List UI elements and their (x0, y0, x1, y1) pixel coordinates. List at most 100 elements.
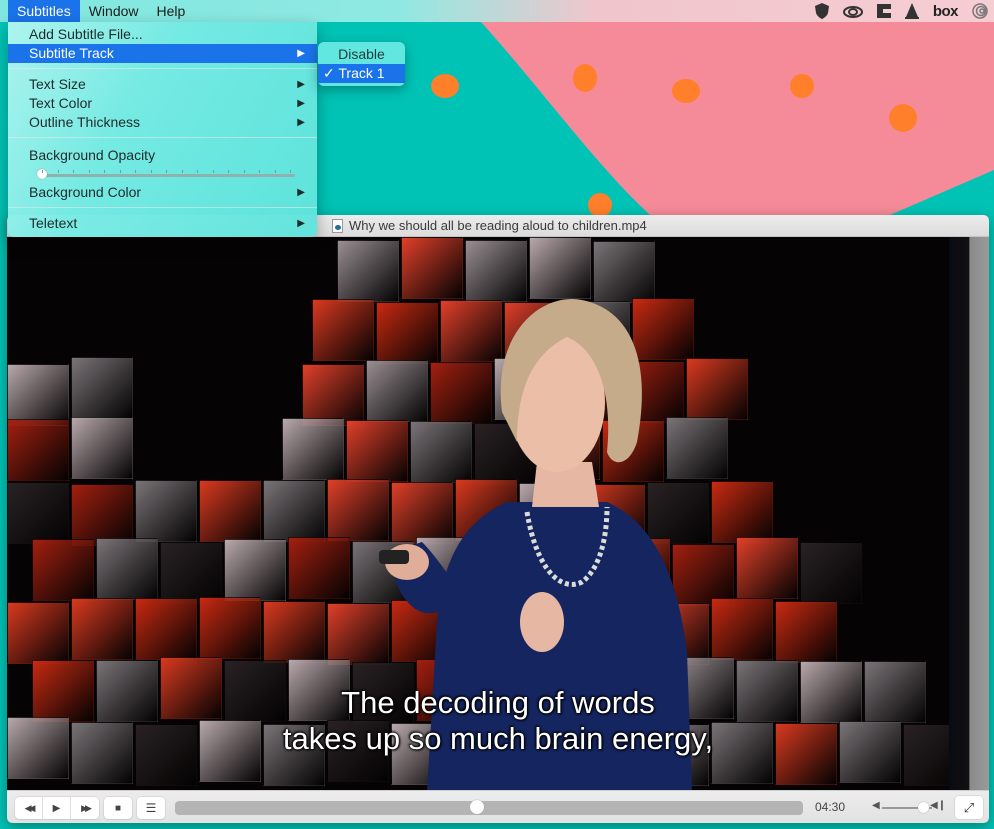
stage-block (160, 542, 222, 604)
fast-forward-icon: ▶▶ (81, 802, 92, 813)
menu-item-label: Outline Thickness (29, 114, 141, 130)
wallpaper-dot (573, 64, 597, 92)
slider-tick (228, 170, 229, 173)
menu-separator (8, 207, 317, 208)
wallpaper-dot (431, 74, 459, 98)
menu-item-text-color[interactable]: Text Color ▶ (8, 94, 317, 113)
slider-tick (243, 170, 245, 173)
slider-tick (104, 170, 105, 173)
stage-block (7, 482, 69, 544)
slider-tick (212, 170, 214, 173)
menu-help[interactable]: Help (148, 0, 195, 22)
slider-tick (42, 170, 43, 173)
transport-buttons: ◀◀ ▶ ▶▶ (15, 797, 99, 819)
menu-item-text-size[interactable]: Text Size ▶ (8, 75, 317, 94)
stop-button[interactable]: ■ (104, 797, 132, 819)
play-button[interactable]: ▶ (43, 797, 71, 819)
menu-item-outline-thickness[interactable]: Outline Thickness ▶ (8, 113, 317, 132)
volume-knob[interactable] (918, 802, 929, 813)
submenu-item-track-1[interactable]: ✓ Track 1 (318, 64, 405, 83)
submenu-arrow-icon: ▶ (297, 48, 305, 59)
menu-item-background-color[interactable]: Background Color ▶ (8, 183, 317, 202)
submenu-arrow-icon: ▶ (297, 117, 305, 128)
stage-block (263, 601, 325, 663)
playlist-button[interactable]: ☰ (137, 797, 165, 819)
stage-block (401, 237, 463, 299)
slider-tick (290, 170, 291, 173)
seek-knob[interactable] (469, 800, 484, 814)
playlist-icon: ☰ (145, 801, 157, 815)
fullscreen-button[interactable]: ⤢ (955, 796, 983, 819)
submenu-arrow-icon: ▶ (297, 218, 305, 229)
vlc-player-window: Why we should all be reading aloud to ch… (7, 215, 989, 823)
checkmark-icon: ✓ (323, 65, 335, 81)
creative-cloud-icon[interactable] (842, 0, 863, 22)
stage-block (71, 598, 133, 660)
elapsed-time: 04:30 (815, 800, 846, 814)
submenu-item-label: Track 1 (338, 65, 385, 81)
menu-item-add-subtitle-file[interactable]: Add Subtitle File... (8, 25, 317, 44)
menu-item-label: Add Subtitle File... (29, 26, 143, 42)
rewind-button[interactable]: ◀◀ (15, 797, 43, 819)
stage-block (288, 537, 350, 599)
stage-block (263, 480, 325, 542)
stage-block (529, 237, 591, 299)
menu-subtitles[interactable]: Subtitles (8, 0, 80, 22)
submenu-arrow-icon: ▶ (297, 98, 305, 109)
submenu-arrow-icon: ▶ (297, 79, 305, 90)
codekit-icon[interactable] (876, 0, 891, 22)
status-icons: box (814, 0, 988, 22)
background-opacity-slider[interactable] (40, 174, 295, 177)
slider-tick (166, 170, 167, 173)
stage-block (71, 417, 133, 479)
fast-forward-button[interactable]: ▶▶ (71, 797, 99, 819)
seek-bar[interactable] (175, 800, 803, 815)
playlist-button-group: ☰ (137, 797, 165, 819)
menu-item-background-opacity: Background Opacity (8, 146, 317, 165)
wallpaper-dot (672, 79, 700, 103)
wallpaper-dot (790, 74, 814, 98)
slider-tick (73, 170, 74, 173)
stage-block (711, 598, 773, 660)
vlc-cone-icon[interactable] (904, 0, 919, 22)
playback-controls: ◀◀ ▶ ▶▶ ■ ☰ 04:30 ◀ ◀❙ ⤢ (7, 790, 989, 823)
submenu-item-disable[interactable]: Disable (318, 45, 405, 64)
slider-tick (88, 170, 90, 173)
subtitle-line-2: takes up so much brain energy, (282, 721, 714, 756)
subtitle-line-1: The decoding of words (341, 685, 655, 720)
stage-block (32, 539, 94, 601)
stage-block (224, 539, 286, 601)
stage-block (736, 537, 798, 599)
slider-tick (259, 170, 260, 173)
slider-tick (57, 170, 59, 173)
play-icon: ▶ (52, 802, 61, 814)
stage-block (71, 357, 133, 419)
stage-block (282, 418, 344, 480)
slider-tick (274, 170, 276, 173)
volume-low-icon[interactable]: ◀ (872, 800, 880, 811)
slider-tick (119, 170, 121, 173)
stage-block (135, 480, 197, 542)
volume-high-icon[interactable]: ◀❙ (930, 800, 946, 811)
menu-item-label: Subtitle Track (29, 45, 114, 61)
sync-icon[interactable] (972, 0, 988, 22)
menu-window[interactable]: Window (80, 0, 148, 22)
stop-icon: ■ (114, 802, 122, 814)
stage-block (7, 364, 69, 426)
subtitle-track-submenu: Disable ✓ Track 1 (318, 42, 405, 86)
stage-block (302, 364, 364, 426)
stage-block (96, 538, 158, 600)
stage-block (711, 481, 773, 543)
menu-item-label: Teletext (29, 215, 78, 231)
shield-icon[interactable] (814, 0, 829, 22)
slider-tick (181, 170, 183, 173)
menu-item-subtitle-track[interactable]: Subtitle Track ▶ (8, 44, 317, 63)
menu-item-teletext[interactable]: Teletext ▶ (8, 214, 317, 233)
submenu-item-label: Disable (338, 46, 385, 62)
video-file-icon (332, 219, 343, 233)
video-frame[interactable]: The decoding of words takes up so much b… (7, 237, 989, 790)
box-icon[interactable]: box (933, 0, 959, 22)
stage-block (7, 419, 69, 481)
fullscreen-icon: ⤢ (963, 799, 975, 815)
menu-item-label: Text Color (29, 95, 93, 111)
